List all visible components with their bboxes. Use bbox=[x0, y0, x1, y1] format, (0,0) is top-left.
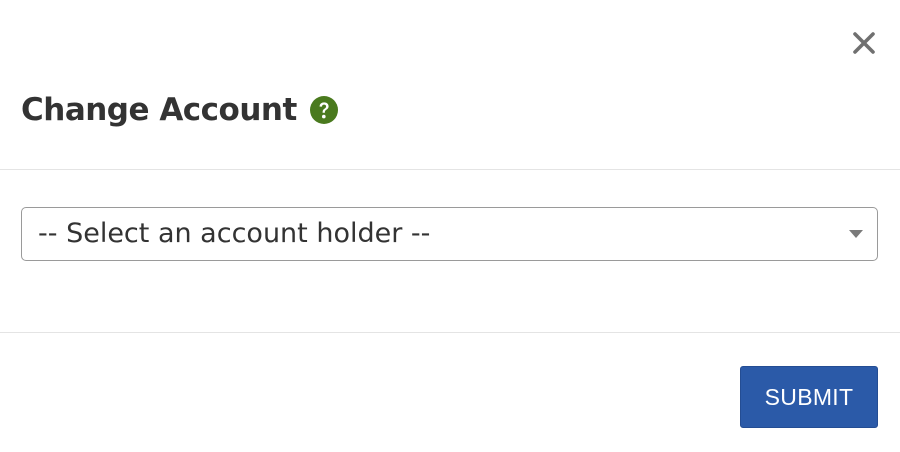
chevron-down-icon bbox=[849, 229, 863, 239]
select-value: -- Select an account holder -- bbox=[38, 218, 431, 249]
dialog-footer: SUBMIT bbox=[0, 333, 900, 452]
submit-button[interactable]: SUBMIT bbox=[740, 366, 878, 428]
dialog-body: -- Select an account holder -- bbox=[0, 170, 900, 333]
dialog-title: Change Account bbox=[21, 92, 297, 128]
help-icon[interactable] bbox=[309, 95, 339, 125]
change-account-dialog: Change Account -- Select an account hold… bbox=[0, 0, 900, 452]
title-row: Change Account bbox=[21, 88, 339, 132]
close-icon[interactable] bbox=[849, 28, 879, 58]
dialog-header: Change Account bbox=[0, 0, 900, 170]
account-holder-select[interactable]: -- Select an account holder -- bbox=[21, 207, 878, 261]
